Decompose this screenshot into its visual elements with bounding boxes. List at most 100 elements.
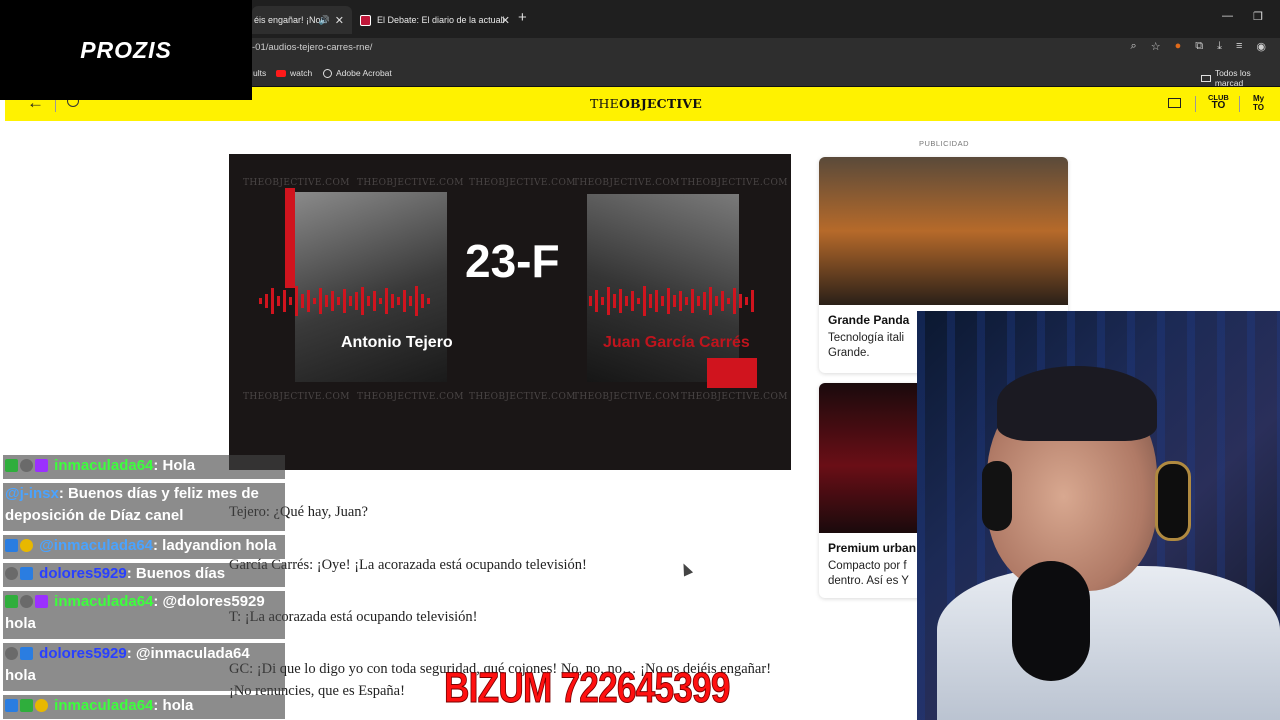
chat-message: @inmaculada64: ladyandion hola <box>3 535 285 559</box>
sub-badge-icon <box>35 595 48 608</box>
club-label: TO <box>1211 100 1226 111</box>
maximize-icon[interactable]: ❐ <box>1253 10 1263 23</box>
bookmarks-folder[interactable]: Todos los marcad <box>1201 68 1280 88</box>
watermark: THEOBJECTIVE.COM <box>243 178 350 188</box>
mail-icon[interactable] <box>1168 98 1181 108</box>
hero-name-right: Juan García Carrés <box>603 334 750 351</box>
microphone-icon <box>1012 561 1090 681</box>
badge-icon <box>5 567 18 580</box>
bookmark-item[interactable]: ults <box>253 68 266 78</box>
headphones-icon <box>1155 461 1191 541</box>
badge-icon <box>35 699 48 712</box>
hair <box>997 366 1157 441</box>
chat-message: inmaculada64: Hola <box>3 455 285 479</box>
badge-icon <box>5 647 18 660</box>
logo-bold: OBJECTIVE <box>618 96 702 111</box>
extension-icon[interactable]: ● <box>1175 40 1182 53</box>
tab-el-debate[interactable]: El Debate: El diario de la actuali ✕ <box>358 8 518 32</box>
headphones-icon <box>982 461 1012 531</box>
chat-username: @inmaculada64 <box>39 537 154 554</box>
red-accent <box>285 188 295 288</box>
watermark: THEOBJECTIVE.COM <box>357 392 464 402</box>
chat-username: inmaculada64 <box>54 697 154 714</box>
zoom-icon[interactable]: ⌕ <box>1131 40 1137 53</box>
tool-badge-icon <box>5 699 18 712</box>
red-accent <box>707 358 757 388</box>
logo-prefix: THE <box>590 96 619 111</box>
tab-active[interactable]: éis engañar! ¡No 🔊 ✕ <box>252 6 352 34</box>
bookmark-label: watch <box>290 68 313 78</box>
speaker-icon[interactable]: 🔊 <box>319 15 330 26</box>
club-to-button[interactable]: CLUB TO <box>1208 94 1229 111</box>
bookmark-item[interactable]: watch <box>276 68 312 78</box>
mod-badge-icon <box>20 699 33 712</box>
bizum-banner: BIZUM 722645399 <box>444 664 731 713</box>
tab-title: El Debate: El diario de la actuali <box>377 15 505 25</box>
watermark: THEOBJECTIVE.COM <box>573 392 680 402</box>
screen: éis engañar! ¡No 🔊 ✕ El Debate: El diari… <box>0 0 1280 720</box>
watermark: THEOBJECTIVE.COM <box>243 392 350 402</box>
chat-message: dolores5929: Buenos días <box>3 563 285 587</box>
new-tab-icon[interactable]: + <box>518 9 527 26</box>
bookmark-label: ults <box>253 68 267 78</box>
el-debate-favicon-icon <box>360 14 371 26</box>
bookmark-label: Todos los marcad <box>1214 68 1251 88</box>
article-hero-image: THEOBJECTIVE.COM THEOBJECTIVE.COM THEOBJ… <box>229 154 791 470</box>
my-label: TO <box>1253 103 1264 112</box>
watermark: THEOBJECTIVE.COM <box>681 178 788 188</box>
my-label: My <box>1253 94 1265 103</box>
mod-badge-icon <box>5 459 18 472</box>
tab-title: éis engañar! ¡No <box>254 15 321 25</box>
chat-text: : hola <box>153 697 194 714</box>
crown-badge-icon <box>20 567 33 580</box>
watermark: THEOBJECTIVE.COM <box>357 178 464 188</box>
mouse-cursor-icon <box>678 561 694 577</box>
extensions-puzzle-icon[interactable]: ⧉ <box>1195 40 1203 53</box>
my-to-button[interactable]: My TO <box>1253 94 1264 112</box>
badge-icon <box>20 459 33 472</box>
chat-message: dolores5929: @inmaculada64 hola <box>3 643 285 691</box>
url-field[interactable]: -01/audios-tejero-carres-rne/ <box>252 42 372 53</box>
chat-username: inmaculada64 <box>54 457 154 474</box>
chat-username: dolores5929 <box>39 645 127 662</box>
shirt <box>937 566 1280 720</box>
divider <box>1239 96 1240 112</box>
close-tab-icon[interactable]: ✕ <box>501 14 510 27</box>
ad-image-car <box>819 157 1068 305</box>
bookmark-star-icon[interactable]: ☆ <box>1151 40 1161 53</box>
badge-icon <box>20 539 33 552</box>
watermark: THEOBJECTIVE.COM <box>681 392 788 402</box>
site-logo[interactable]: THEOBJECTIVE <box>590 96 702 111</box>
watermark: THEOBJECTIVE.COM <box>469 392 576 402</box>
minimize-icon[interactable]: — <box>1222 10 1233 22</box>
chat-text: : ladyandion hola <box>153 537 277 554</box>
reading-list-icon[interactable]: ≡ <box>1236 40 1242 53</box>
download-icon[interactable]: ⤓ <box>1217 40 1222 53</box>
watermark: THEOBJECTIVE.COM <box>469 178 576 188</box>
sub-badge-icon <box>35 459 48 472</box>
chat-username: dolores5929 <box>39 565 127 582</box>
chat-text: : Buenos días <box>126 565 226 582</box>
tool-badge-icon <box>5 539 18 552</box>
divider <box>1195 96 1196 112</box>
chat-message: @j-insx: Buenos días y feliz mes de depo… <box>3 483 285 531</box>
close-tab-icon[interactable]: ✕ <box>335 14 344 27</box>
watermark: THEOBJECTIVE.COM <box>573 178 680 188</box>
prozis-logo: PROZIS <box>0 0 252 100</box>
youtube-icon <box>276 69 286 77</box>
adobe-acrobat-icon <box>323 68 332 78</box>
streamer-webcam <box>917 311 1280 720</box>
ad-label: PUBLICIDAD <box>919 139 970 148</box>
profile-avatar-icon[interactable]: ◉ <box>1256 40 1266 53</box>
audio-waveform <box>259 286 754 316</box>
bookmark-item[interactable]: Adobe Acrobat <box>323 68 392 78</box>
chat-text: : Hola <box>153 457 196 474</box>
hero-name-left: Antonio Tejero <box>341 334 453 351</box>
crown-badge-icon <box>20 647 33 660</box>
chat-username: inmaculada64 <box>54 593 154 610</box>
bookmark-label: Adobe Acrobat <box>336 68 392 78</box>
chat-message: inmaculada64: @dolores5929 hola <box>3 591 285 639</box>
chat-username: @j-insx <box>5 485 59 502</box>
folder-icon <box>1201 74 1211 82</box>
badge-icon <box>20 595 33 608</box>
